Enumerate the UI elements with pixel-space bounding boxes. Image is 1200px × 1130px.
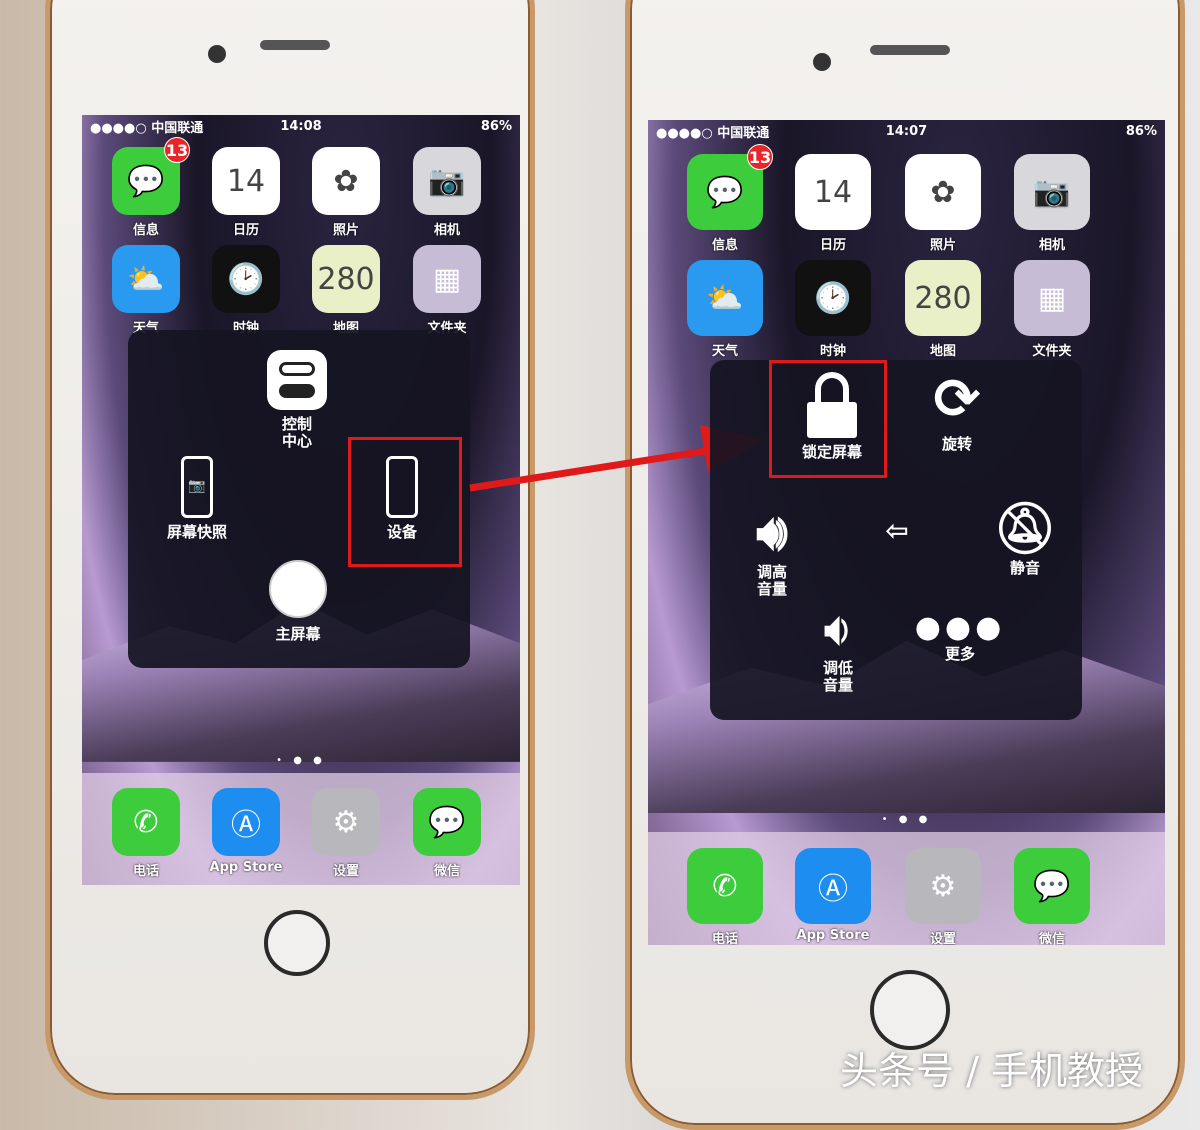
more-dots-icon: ●●● [914, 610, 1006, 645]
mute-item[interactable]: 🔕︎ 静音 [993, 496, 1056, 577]
bell-muted-icon: 🔕︎ [993, 499, 1057, 557]
rotate-item[interactable]: ⟳ 旋转 [934, 370, 981, 453]
rotate-icon: ⟳ [933, 367, 981, 432]
watermark: 头条号 / 手机教授 [840, 1049, 1143, 1093]
more-label: 更多 [944, 645, 975, 663]
volume-down-item[interactable]: 🔉︎ 调低 音量 [823, 600, 853, 694]
back-arrow-icon: ⇦ [885, 514, 909, 547]
volume-down-label: 调低 音量 [822, 659, 854, 694]
lock-screen-highlight-box [769, 360, 887, 478]
volume-down-icon: 🔉︎ [824, 604, 852, 655]
more-item[interactable]: ●●● 更多 [915, 610, 1006, 663]
mute-label: 静音 [1009, 559, 1041, 577]
volume-up-icon: 🔊︎ [756, 503, 788, 561]
volume-up-item[interactable]: 🔊︎ 调高 音量 [756, 500, 788, 598]
back-item[interactable]: ⇦ [885, 514, 909, 547]
rotate-label: 旋转 [941, 435, 973, 453]
volume-up-label: 调高 音量 [756, 563, 787, 598]
